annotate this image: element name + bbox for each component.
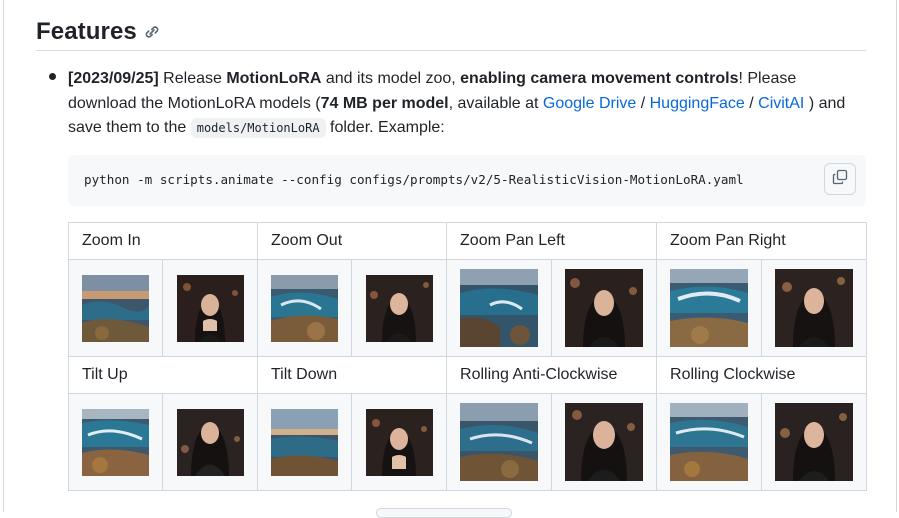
zoom-out-portrait-image[interactable] — [365, 274, 433, 342]
table-row — [68, 393, 868, 491]
heading-divider — [36, 50, 866, 51]
table-cell — [446, 393, 553, 491]
tilt-down-portrait-image[interactable] — [365, 408, 433, 476]
table-cell — [446, 259, 553, 357]
table-cell — [350, 393, 448, 491]
table-cell-label: Rolling Anti-Clockwise — [446, 356, 658, 394]
table-row: Zoom In Zoom Out Zoom Pan Left Zoom Pan … — [68, 222, 868, 260]
table-cell — [551, 259, 658, 357]
copy-button[interactable] — [824, 163, 856, 195]
table-cell-label: Tilt Up — [68, 356, 258, 394]
release-date: [2023/09/25] — [68, 70, 159, 87]
table-cell — [68, 393, 163, 491]
section-title: Features — [36, 18, 137, 45]
table-cell — [257, 259, 352, 357]
table-cell — [350, 259, 448, 357]
tilt-down-landscape-image[interactable] — [271, 408, 338, 476]
frame-border-right — [896, 0, 897, 512]
table-row — [68, 259, 868, 357]
rolling-clockwise-portrait-image[interactable] — [775, 403, 854, 481]
bold-text: 74 MB per model — [320, 94, 449, 112]
table-cell-label: Zoom Out — [256, 222, 448, 260]
table-cell-label: Zoom Pan Right — [656, 222, 868, 260]
google-drive-link[interactable]: Google Drive — [543, 95, 636, 112]
text-span: Release — [158, 70, 227, 87]
readme-page: Features [2023/09/25] Release MotionLoRA… — [0, 0, 899, 518]
table-cell-label: Zoom Pan Left — [446, 222, 658, 260]
copy-icon — [832, 169, 848, 190]
zoom-in-portrait-image[interactable] — [176, 274, 244, 342]
text-span: , available at — [448, 94, 543, 112]
list-bullet — [49, 73, 56, 80]
rolling-anti-clockwise-portrait-image[interactable] — [565, 403, 644, 481]
link-icon[interactable] — [144, 24, 160, 40]
tilt-up-landscape-image[interactable] — [82, 408, 149, 476]
link-separator: / — [636, 94, 650, 112]
table-cell — [761, 259, 868, 357]
table-cell — [551, 393, 658, 491]
zoom-pan-right-landscape-image[interactable] — [670, 269, 749, 347]
table-row: Tilt Up Tilt Down Rolling Anti-Clockwise… — [68, 356, 868, 394]
motionlora-table: Zoom In Zoom Out Zoom Pan Left Zoom Pan … — [68, 222, 868, 491]
huggingface-link[interactable]: HuggingFace — [650, 95, 745, 112]
zoom-pan-left-portrait-image[interactable] — [565, 269, 644, 347]
link-separator: / — [744, 94, 759, 112]
civitai-link[interactable]: CivitAI — [758, 95, 804, 112]
text-span: folder. Example: — [325, 119, 445, 136]
release-note: [2023/09/25] Release MotionLoRA and its … — [68, 67, 868, 141]
table-cell-label: Rolling Clockwise — [656, 356, 868, 394]
code-block: python -m scripts.animate --config confi… — [68, 155, 866, 206]
table-cell — [257, 393, 352, 491]
text-span: and its model zoo, — [321, 70, 461, 87]
inline-code-path: models/MotionLoRA — [190, 118, 326, 138]
code-command[interactable]: python -m scripts.animate --config confi… — [84, 172, 744, 187]
table-cell — [656, 259, 763, 357]
table-cell — [656, 393, 763, 491]
zoom-in-landscape-image[interactable] — [82, 274, 149, 342]
table-cell — [761, 393, 868, 491]
table-cell — [162, 259, 258, 357]
bold-text: MotionLoRA — [226, 70, 322, 87]
section-heading: Features — [36, 14, 160, 50]
tilt-up-portrait-image[interactable] — [176, 408, 244, 476]
zoom-out-landscape-image[interactable] — [271, 274, 338, 342]
zoom-pan-right-portrait-image[interactable] — [775, 269, 854, 347]
rolling-anti-clockwise-landscape-image[interactable] — [460, 403, 539, 481]
table-cell-label: Zoom In — [68, 222, 258, 260]
frame-border-left — [3, 0, 4, 512]
bold-text: enabling camera movement controls — [460, 70, 739, 87]
zoom-pan-left-landscape-image[interactable] — [460, 269, 539, 347]
table-cell — [162, 393, 258, 491]
rolling-clockwise-landscape-image[interactable] — [670, 403, 749, 481]
table-cell — [68, 259, 163, 357]
table-cell-label: Tilt Down — [256, 356, 448, 394]
footer-element — [376, 508, 512, 518]
